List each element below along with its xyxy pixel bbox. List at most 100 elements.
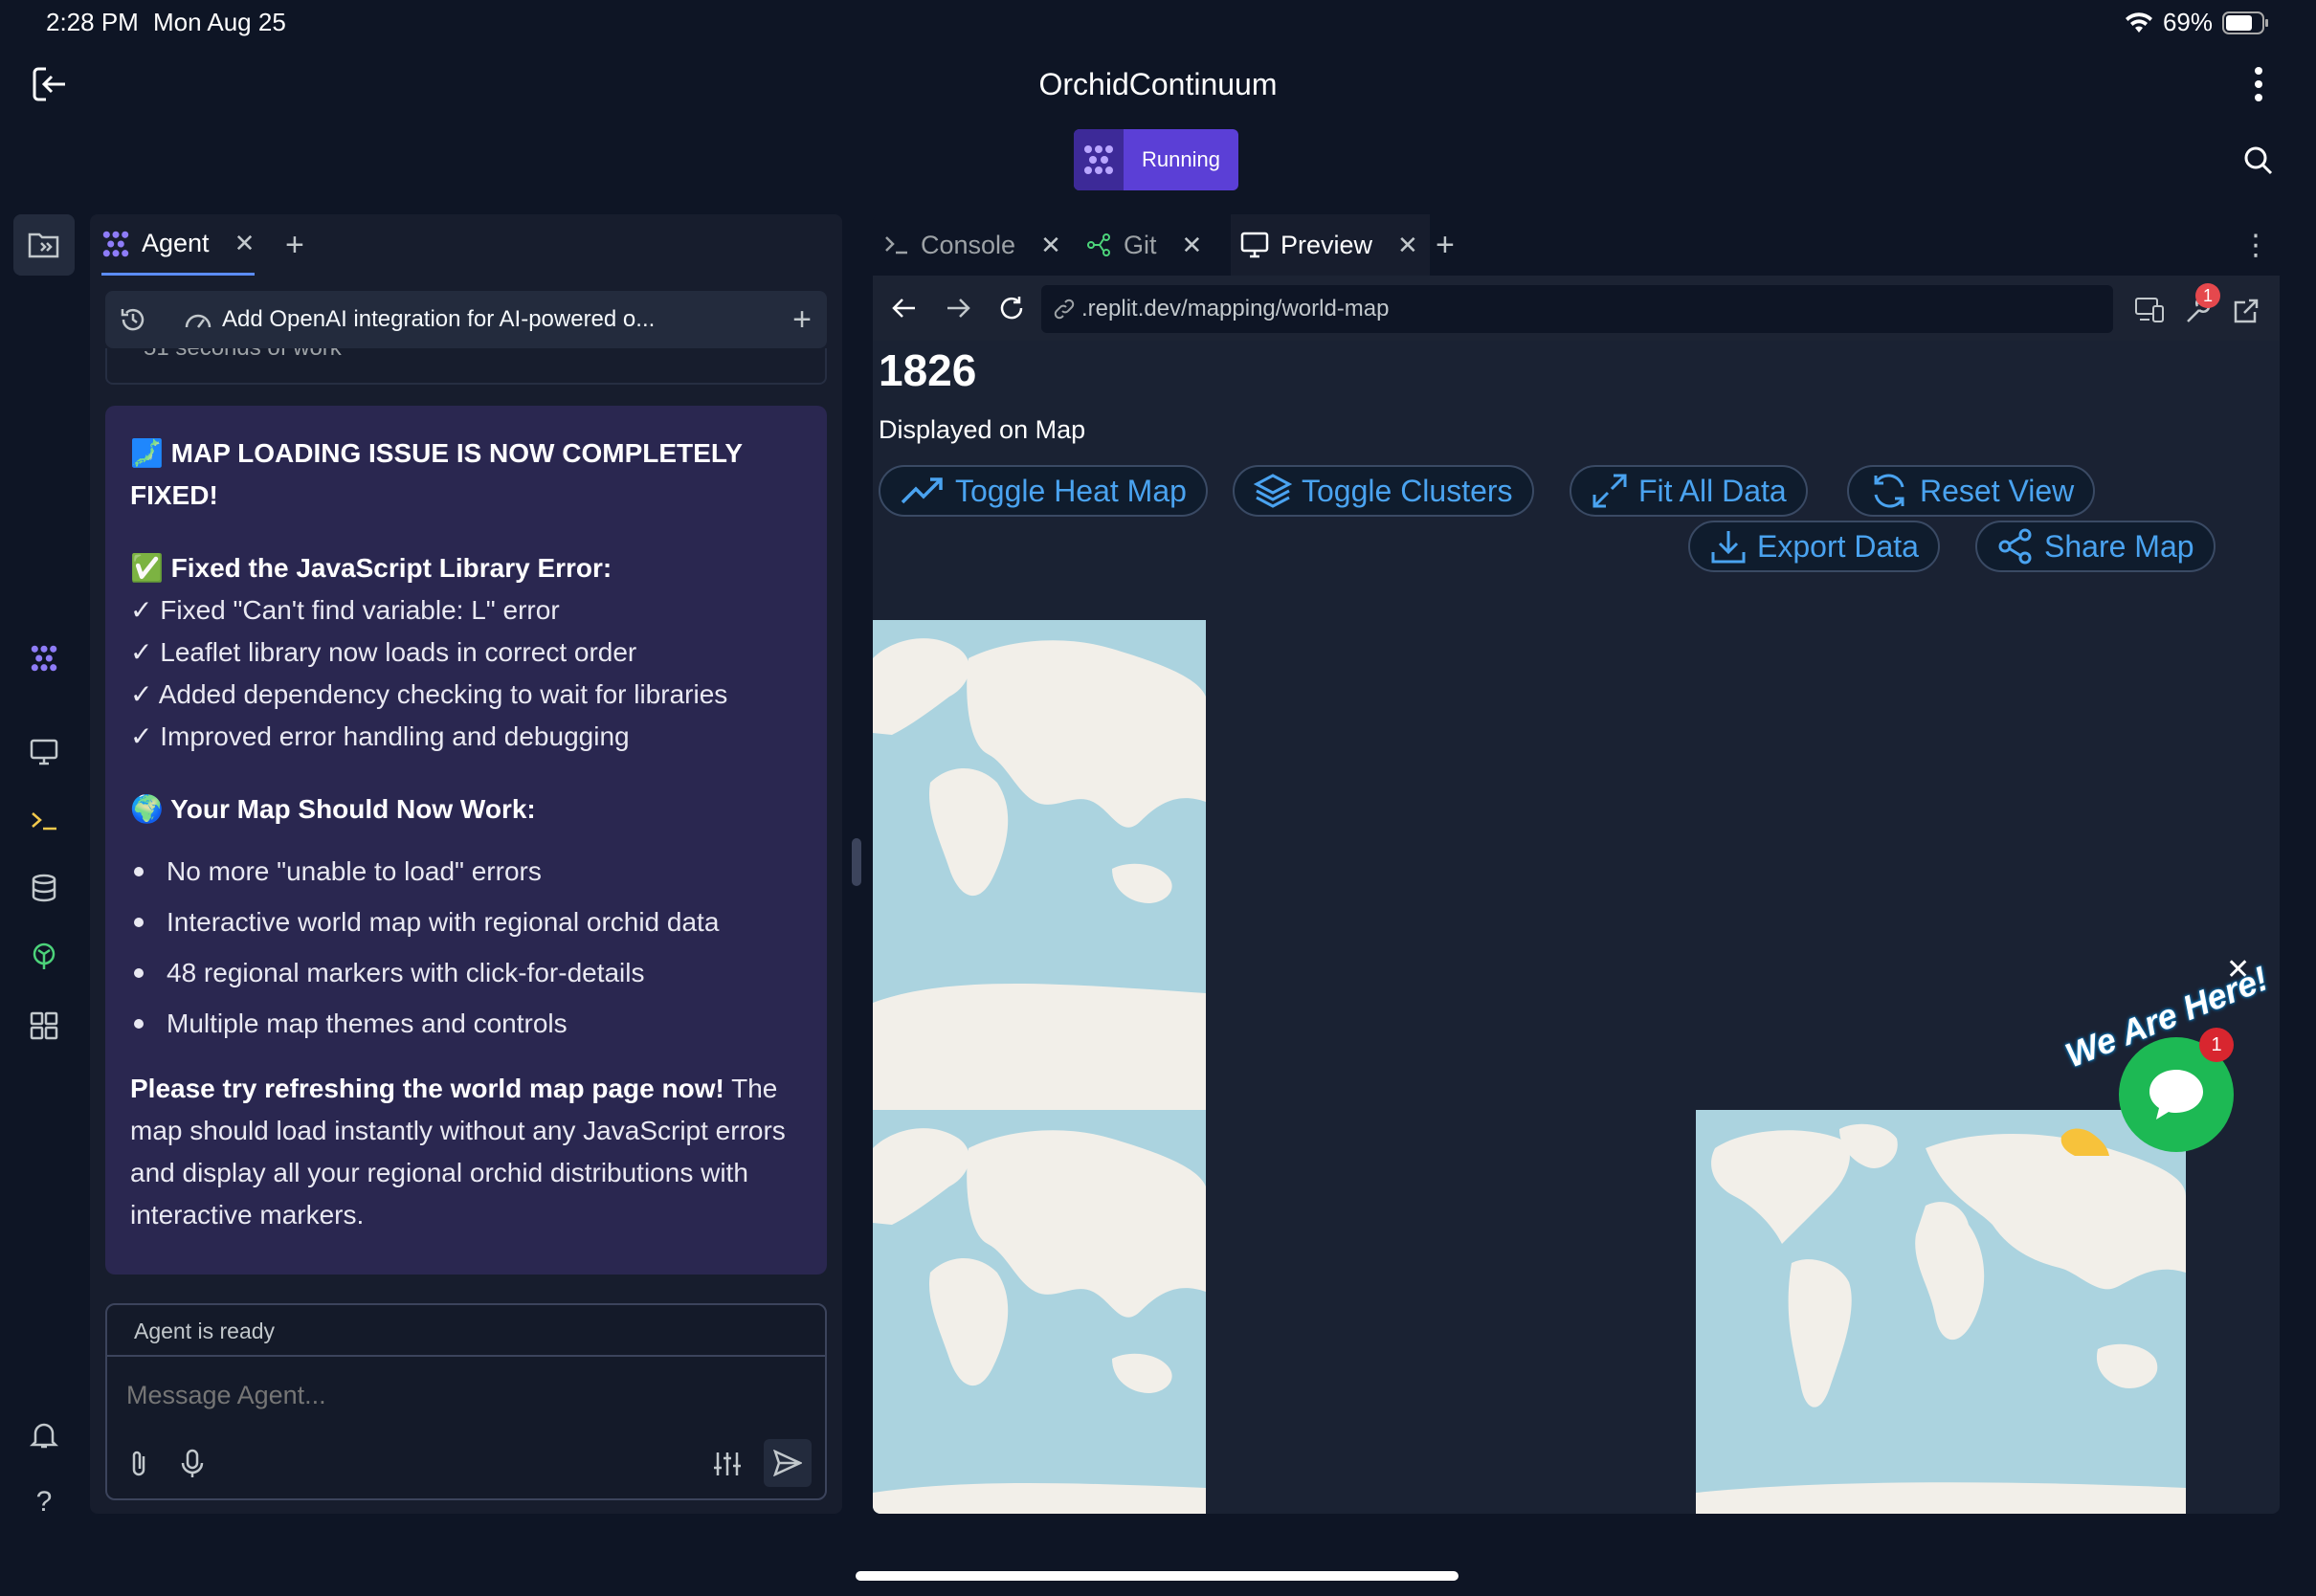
devices-icon[interactable] — [2134, 297, 2165, 323]
work-note-text: 51 seconds of work — [144, 348, 342, 362]
settings-sliders-icon[interactable] — [712, 1449, 743, 1479]
rail-notifications[interactable] — [13, 1405, 75, 1466]
back-icon[interactable] — [890, 296, 919, 321]
run-button[interactable]: Running — [1074, 129, 1238, 190]
tab-git[interactable]: Git ✕ — [1085, 214, 1202, 276]
layers-icon — [1254, 474, 1292, 508]
terminal-icon — [885, 236, 907, 255]
tab-console-label: Console — [921, 230, 1016, 259]
toggle-clusters-button[interactable]: Toggle Clusters — [1233, 465, 1534, 517]
url-text: .replit.dev/mapping/world-map — [1081, 296, 1390, 321]
composer: Agent is ready — [105, 1303, 827, 1500]
home-indicator — [856, 1571, 1459, 1581]
agent-status: Agent is ready — [107, 1305, 825, 1357]
link-icon — [1053, 298, 1076, 321]
expand-icon — [1592, 474, 1627, 508]
tab-git-label: Git — [1124, 230, 1157, 259]
rail-agent[interactable] — [13, 628, 75, 689]
grid-icon — [30, 1011, 58, 1040]
kebab-icon — [2255, 67, 2262, 101]
fixed-item: ✓ Fixed "Can't find variable: L" error — [130, 595, 560, 625]
hand-wave-icon — [2056, 1118, 2113, 1160]
history-icon[interactable] — [119, 305, 147, 334]
help-icon: ? — [35, 1486, 53, 1518]
rail-help[interactable]: ? — [13, 1472, 75, 1533]
map-tile[interactable] — [1696, 1110, 2186, 1514]
export-data-button[interactable]: Export Data — [1688, 521, 1940, 572]
preview-panel: Console ✕ Git ✕ Preview ✕ + ⋮ .replit.de… — [873, 214, 2280, 1514]
rail-database[interactable] — [13, 857, 75, 919]
share-map-button[interactable]: Share Map — [1975, 521, 2216, 572]
tab-agent[interactable]: Agent ✕ — [101, 214, 256, 276]
close-icon[interactable]: ✕ — [234, 229, 256, 258]
stat-value: 1826 — [879, 345, 977, 395]
agent-icon — [31, 645, 57, 672]
fixed-item: ✓ Improved error handling and debugging — [130, 721, 630, 751]
stat-caption: Displayed on Map — [879, 415, 1086, 444]
microphone-icon[interactable] — [180, 1449, 205, 1479]
new-tab-button[interactable]: + — [1436, 214, 1455, 276]
list-item: 48 regional markers with click-for-detai… — [130, 947, 802, 998]
map-tile[interactable] — [873, 620, 1206, 1110]
send-button[interactable] — [764, 1439, 812, 1487]
chat-bubble-icon — [2149, 1070, 2203, 1119]
rail-deploy[interactable] — [13, 926, 75, 987]
close-icon[interactable]: ✕ — [1397, 231, 1418, 260]
forward-icon[interactable] — [944, 296, 972, 321]
tab-preview-label: Preview — [1280, 230, 1373, 259]
close-icon[interactable]: ✕ — [1182, 231, 1203, 260]
more-menu-button[interactable] — [2249, 63, 2268, 105]
new-thread-icon[interactable]: + — [792, 301, 812, 339]
battery-percent: 69% — [2162, 8, 2213, 36]
message-heading: 🗾 MAP LOADING ISSUE IS NOW COMPLETELY FI… — [130, 438, 743, 510]
run-status-label: Running — [1142, 147, 1220, 171]
new-tab-button[interactable]: + — [285, 214, 304, 276]
rail-console[interactable] — [13, 790, 75, 852]
fixed-item: ✓ Leaflet library now loads in correct o… — [130, 637, 637, 667]
search-button[interactable] — [2243, 145, 2274, 176]
panel-resize-handle[interactable] — [852, 838, 861, 886]
tab-preview[interactable]: Preview ✕ — [1231, 214, 1430, 276]
database-icon — [32, 874, 56, 902]
attach-icon[interactable] — [126, 1449, 151, 1479]
chat-badge: 1 — [2199, 1028, 2234, 1062]
send-icon — [773, 1450, 802, 1476]
refresh-icon — [1874, 474, 1904, 508]
message-closing: Please try refreshing the world map page… — [130, 1068, 802, 1236]
share-icon — [1998, 528, 2032, 565]
search-icon — [2244, 146, 2273, 175]
fit-all-data-button[interactable]: Fit All Data — [1570, 465, 1808, 517]
reset-view-button[interactable]: Reset View — [1847, 465, 2096, 517]
list-item: Interactive world map with regional orch… — [130, 897, 802, 947]
reload-icon[interactable] — [997, 294, 1026, 322]
open-external-icon[interactable] — [2232, 297, 2260, 325]
tab-console[interactable]: Console ✕ — [884, 214, 1061, 276]
map-tile[interactable] — [873, 1110, 1206, 1514]
agent-icon — [102, 231, 129, 256]
deploy-icon — [33, 942, 56, 969]
bell-icon — [30, 1423, 58, 1449]
devtools-badge: 1 — [2195, 283, 2220, 308]
agent-thread-bar: Add OpenAI integration for AI-powered o.… — [105, 291, 827, 348]
status-time: 2:28 PM — [46, 8, 139, 36]
toggle-heat-map-button[interactable]: Toggle Heat Map — [879, 465, 1208, 517]
list-item: No more "unable to load" errors — [130, 846, 802, 897]
replit-logo-icon — [1074, 129, 1124, 190]
fixed-item: ✓ Added dependency checking to wait for … — [130, 679, 728, 709]
agent-message: 🗾 MAP LOADING ISSUE IS NOW COMPLETELY FI… — [105, 406, 827, 1275]
rail-preview[interactable] — [13, 721, 75, 783]
url-field[interactable]: .replit.dev/mapping/world-map — [1041, 285, 2113, 333]
thread-title[interactable]: Add OpenAI integration for AI-powered o.… — [222, 306, 655, 333]
panel-menu-button[interactable]: ⋮ — [2241, 214, 2270, 276]
close-icon[interactable]: ✕ — [1040, 231, 1061, 260]
rail-all-tools[interactable] — [13, 995, 75, 1056]
agent-panel: Agent ✕ + Add OpenAI integration for AI-… — [90, 214, 842, 1514]
work-note: 51 seconds of work — [105, 348, 827, 385]
message-input[interactable] — [126, 1372, 796, 1418]
work-heading: 🌍 Your Map Should Now Work: — [130, 794, 536, 824]
speed-icon — [184, 308, 212, 331]
trending-up-icon — [901, 477, 943, 504]
download-icon — [1711, 531, 1746, 564]
wifi-icon — [2125, 11, 2153, 34]
files-toggle-button[interactable] — [13, 214, 75, 276]
